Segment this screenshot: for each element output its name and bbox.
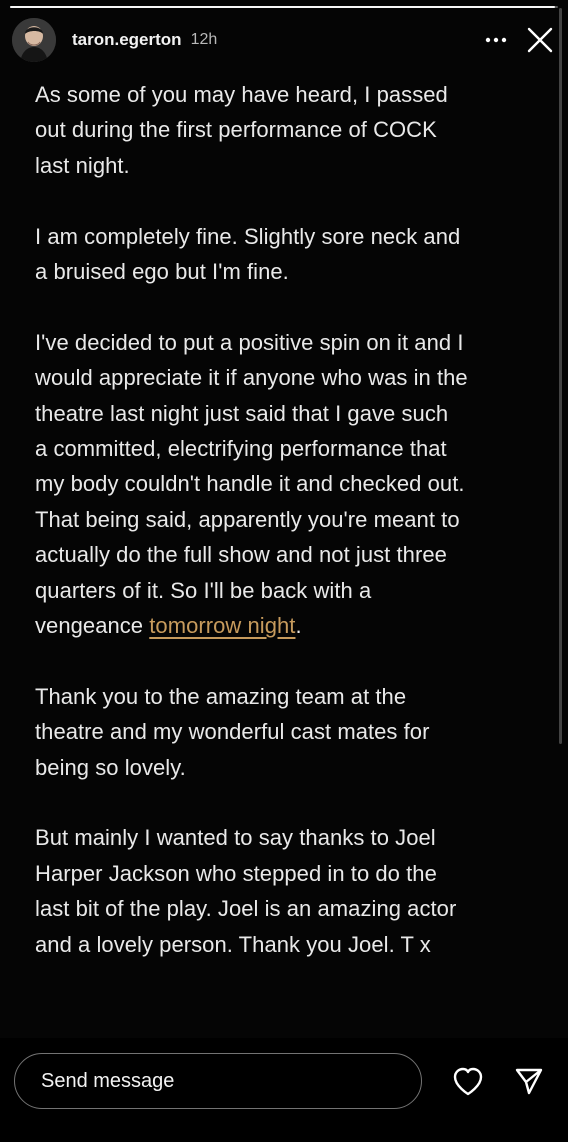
close-button[interactable] xyxy=(523,23,557,57)
text-line: That being said, apparently you're meant… xyxy=(35,506,460,532)
text-line: Thank you to the amazing team at the xyxy=(35,683,407,709)
more-options-button[interactable] xyxy=(479,25,513,55)
paragraph-1: As some of you may have heard, I passed … xyxy=(35,77,540,183)
story-progress-fill xyxy=(10,6,556,8)
send-message-placeholder: Send message xyxy=(41,1069,175,1092)
story-footer: Send message xyxy=(0,1038,568,1142)
text-line: a committed, electrifying performance th… xyxy=(35,436,447,462)
paragraph-4: Thank you to the amazing team at the the… xyxy=(35,679,540,785)
text-line: theatre and my wonderful cast mates for xyxy=(35,719,430,745)
text-line: As some of you may have heard, I passed xyxy=(35,82,448,107)
text-line: last bit of the play. Joel is an amazing… xyxy=(35,896,457,922)
text-line: quarters of it. So I'll be back with a xyxy=(35,577,372,603)
mention-link[interactable]: tomorrow night xyxy=(149,613,295,638)
text-line: my body couldn't handle it and checked o… xyxy=(35,471,465,497)
text-line: I've decided to put a positive spin on i… xyxy=(35,329,464,355)
line-text: vengeance xyxy=(35,613,150,639)
text-line: But mainly I wanted to say thanks to Joe… xyxy=(35,825,436,851)
story-timestamp: 12h xyxy=(190,31,218,48)
username[interactable]: taron.egerton xyxy=(72,30,182,50)
text-line: being so lovely. xyxy=(35,754,186,780)
text-line: and a lovely person. Thank you Joel. T x xyxy=(35,931,431,957)
close-icon xyxy=(527,27,553,53)
text-line: out during the first performance of COCK xyxy=(35,117,437,143)
story-scrollbar[interactable] xyxy=(559,8,562,744)
avatar[interactable] xyxy=(12,18,56,62)
text-line: a bruised ego but I'm fine. xyxy=(35,259,289,285)
text-line: actually do the full show and not just t… xyxy=(35,542,447,568)
ellipsis-icon xyxy=(485,37,507,43)
story-view: taron.egerton 12h As some of you may hav… xyxy=(0,0,568,1142)
paragraph-5: But mainly I wanted to say thanks to Joe… xyxy=(35,820,540,962)
text-line: theatre last night just said that I gave… xyxy=(35,400,449,426)
paragraph-2: I am completely fine. Slightly sore neck… xyxy=(35,219,540,290)
paragraph-3: I've decided to put a positive spin on i… xyxy=(35,325,540,644)
text-line: would appreciate it if anyone who was in… xyxy=(35,365,468,391)
send-message-input[interactable]: Send message xyxy=(14,1053,422,1109)
text-line: I am completely fine. Slightly sore neck… xyxy=(35,223,461,249)
text-line: Harper Jackson who stepped in to do the xyxy=(35,860,437,886)
story-text: As some of you may have heard, I passed … xyxy=(35,77,540,962)
story-header: taron.egerton 12h xyxy=(12,16,557,64)
send-icon xyxy=(515,1068,543,1095)
send-button[interactable] xyxy=(510,1062,548,1100)
avatar-photo-icon xyxy=(12,18,56,62)
story-progress-bar xyxy=(10,6,558,8)
like-button[interactable] xyxy=(449,1063,487,1101)
text-line: last night. xyxy=(35,152,130,178)
line-text: . xyxy=(295,613,302,639)
heart-icon xyxy=(453,1067,483,1096)
text-line: vengeance tomorrow night. xyxy=(35,608,540,643)
